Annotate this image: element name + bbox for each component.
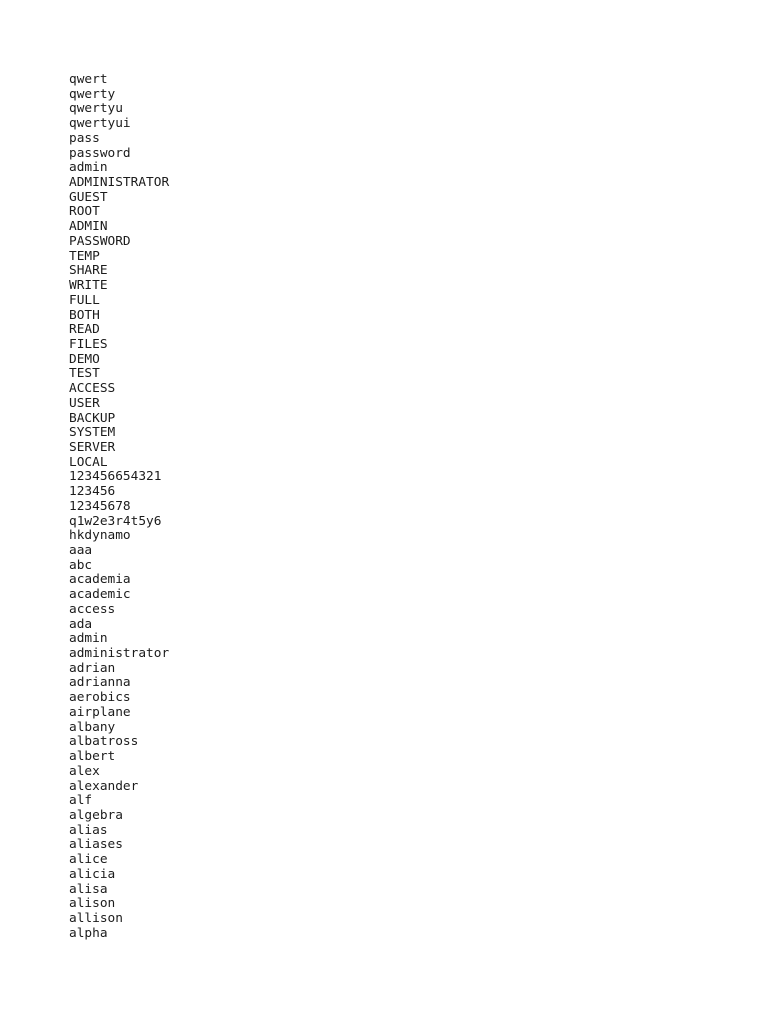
wordlist-line: algebra <box>69 807 123 823</box>
wordlist-line: allison <box>69 910 123 926</box>
wordlist-line: USER <box>69 395 100 411</box>
wordlist-line: TEMP <box>69 248 100 264</box>
wordlist-line: ACCESS <box>69 381 116 397</box>
wordlist-line: academia <box>69 572 131 588</box>
wordlist-line: alexander <box>69 778 139 794</box>
wordlist-line: READ <box>69 322 100 338</box>
wordlist-line: q1w2e3r4t5y6 <box>69 513 162 529</box>
wordlist-line: adrian <box>69 660 116 676</box>
wordlist-line: DEMO <box>69 351 100 367</box>
wordlist-line: adrianna <box>69 675 131 691</box>
wordlist-line: qwert <box>69 72 108 87</box>
wordlist-line: password <box>69 145 131 161</box>
wordlist-line: pass <box>69 130 100 146</box>
wordlist-line: academic <box>69 587 131 603</box>
wordlist-line: SHARE <box>69 263 108 279</box>
wordlist-line: 123456 <box>69 484 116 500</box>
wordlist-line: ADMINISTRATOR <box>69 175 170 191</box>
wordlist-line: albatross <box>69 734 139 750</box>
wordlist-line: alisa <box>69 881 108 897</box>
wordlist-line: administrator <box>69 646 170 662</box>
wordlist-line: alf <box>69 793 93 809</box>
wordlist-line: albany <box>69 719 116 735</box>
wordlist-line: BOTH <box>69 307 100 323</box>
wordlist-line: PASSWORD <box>69 233 131 249</box>
wordlist-line: GUEST <box>69 189 108 205</box>
wordlist-line: qwertyui <box>69 116 131 132</box>
wordlist-line: access <box>69 601 116 617</box>
wordlist-line: BACKUP <box>69 410 116 426</box>
wordlist-line: 12345678 <box>69 498 131 514</box>
wordlist-line: LOCAL <box>69 454 108 470</box>
wordlist-line: alpha <box>69 925 108 941</box>
wordlist-line: 123456654321 <box>69 469 162 485</box>
wordlist-line: alison <box>69 896 116 912</box>
wordlist-line: SERVER <box>69 439 116 455</box>
wordlist-line: FULL <box>69 292 100 308</box>
wordlist-line: admin <box>69 631 108 647</box>
wordlist-line: qwertyu <box>69 101 123 117</box>
wordlist-line: admin <box>69 160 108 176</box>
wordlist-line: aaa <box>69 543 93 558</box>
wordlist-line: WRITE <box>69 278 108 294</box>
wordlist-line: alias <box>69 822 108 838</box>
wordlist-line: hkdynamo <box>69 528 131 544</box>
wordlist: qwert qwerty qwertyu qwertyui pass password ad… <box>69 72 170 941</box>
document-page: qwert qwerty qwertyu qwertyui pass password ad… <box>0 0 768 1024</box>
wordlist-line: TEST <box>69 366 100 382</box>
wordlist-line: aliases <box>69 837 123 853</box>
wordlist-line: ada <box>69 616 93 632</box>
wordlist-line: abc <box>69 557 93 573</box>
wordlist-line: ROOT <box>69 204 100 220</box>
wordlist-line: SYSTEM <box>69 425 116 441</box>
wordlist-line: alicia <box>69 866 116 882</box>
wordlist-line: alice <box>69 852 108 868</box>
wordlist-line: FILES <box>69 336 108 352</box>
wordlist-line: airplane <box>69 704 131 720</box>
wordlist-line: ADMIN <box>69 219 108 235</box>
wordlist-line: albert <box>69 749 116 765</box>
wordlist-line: alex <box>69 763 100 779</box>
wordlist-line: qwerty <box>69 86 116 102</box>
wordlist-line: aerobics <box>69 690 131 706</box>
